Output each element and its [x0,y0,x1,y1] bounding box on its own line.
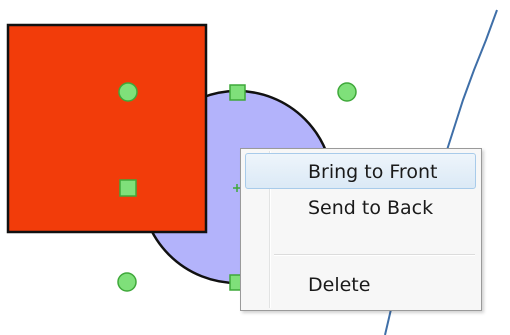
corner-handle-bottom-left-icon[interactable] [117,272,137,292]
resize-handle-square-icon[interactable] [119,179,137,197]
drawing-canvas[interactable]: Bring to Front Send to Back Delete [0,0,510,335]
menu-item-delete[interactable]: Delete [245,266,476,302]
menu-item-bring-to-front[interactable]: Bring to Front [245,153,476,189]
context-menu: Bring to Front Send to Back Delete [240,148,482,311]
menu-item-label: Send to Back [308,197,434,219]
corner-handle-top-right-icon[interactable] [337,82,357,102]
rotate-handle-icon[interactable] [118,82,138,102]
connector-line[interactable] [446,9,498,151]
menu-item-label: Delete [308,274,371,296]
resize-handle-top-icon[interactable] [229,84,246,101]
rectangle-shape[interactable] [6,23,208,234]
menu-item-send-to-back[interactable]: Send to Back [245,189,476,225]
menu-separator [274,254,475,256]
menu-item-label: Bring to Front [308,161,438,183]
